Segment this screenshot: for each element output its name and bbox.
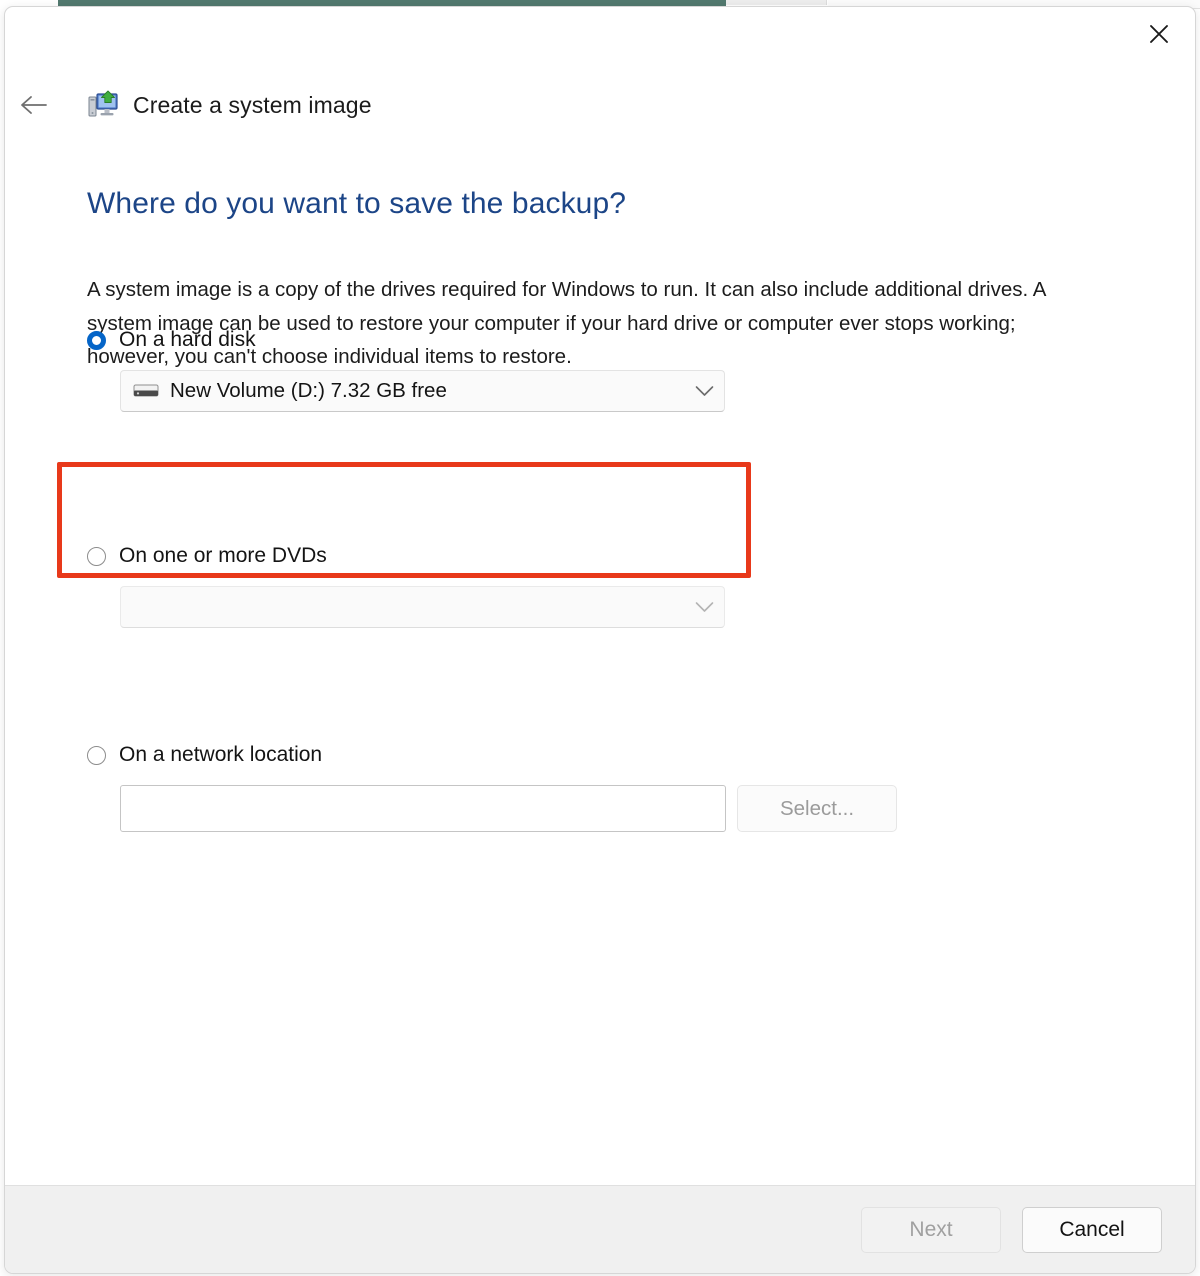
- hard-disk-dropdown-value: New Volume (D:) 7.32 GB free: [170, 379, 447, 402]
- dialog-content: Where do you want to save the backup? A …: [5, 157, 1195, 1155]
- radio-label-hard-disk: On a hard disk: [119, 328, 256, 351]
- cancel-button[interactable]: Cancel: [1022, 1206, 1162, 1253]
- chevron-down-icon[interactable]: [684, 601, 724, 613]
- radio-label-network: On a network location: [119, 743, 323, 766]
- dialog-titlebar: [5, 7, 1195, 69]
- network-location-row: Select...: [120, 785, 897, 832]
- dialog-header: Create a system image: [5, 77, 1195, 133]
- hard-disk-icon: [133, 384, 159, 397]
- background-window-tabstrip: [726, 0, 827, 5]
- hard-disk-dropdown[interactable]: New Volume (D:) 7.32 GB free: [120, 370, 725, 412]
- radio-row-dvd[interactable]: On one or more DVDs: [87, 543, 725, 569]
- option-group-network: On a network location Select...: [87, 742, 897, 832]
- page-heading: Where do you want to save the backup?: [87, 187, 627, 220]
- chevron-down-icon[interactable]: [684, 385, 724, 397]
- close-icon[interactable]: [1131, 11, 1187, 57]
- option-group-hard-disk: On a hard disk New Volume (D:) 7.32 GB f…: [87, 327, 725, 412]
- create-system-image-icon: [88, 90, 118, 117]
- radio-row-network[interactable]: On a network location: [87, 742, 897, 768]
- dialog-title: Create a system image: [133, 91, 372, 118]
- radio-network[interactable]: [87, 745, 106, 765]
- dialog-footer: Next Cancel: [5, 1185, 1195, 1273]
- radio-dvd[interactable]: [87, 546, 106, 566]
- radio-label-dvd: On one or more DVDs: [119, 544, 327, 567]
- dvd-dropdown[interactable]: [120, 586, 725, 628]
- network-location-input[interactable]: [120, 785, 726, 832]
- select-button[interactable]: Select...: [737, 785, 897, 832]
- radio-hard-disk[interactable]: [87, 330, 106, 350]
- radio-row-hard-disk[interactable]: On a hard disk: [87, 327, 725, 353]
- create-system-image-dialog: Create a system image Where do you want …: [4, 6, 1196, 1274]
- back-arrow-icon[interactable]: [9, 80, 59, 130]
- next-button[interactable]: Next: [861, 1206, 1001, 1253]
- option-group-dvd: On one or more DVDs: [87, 543, 725, 628]
